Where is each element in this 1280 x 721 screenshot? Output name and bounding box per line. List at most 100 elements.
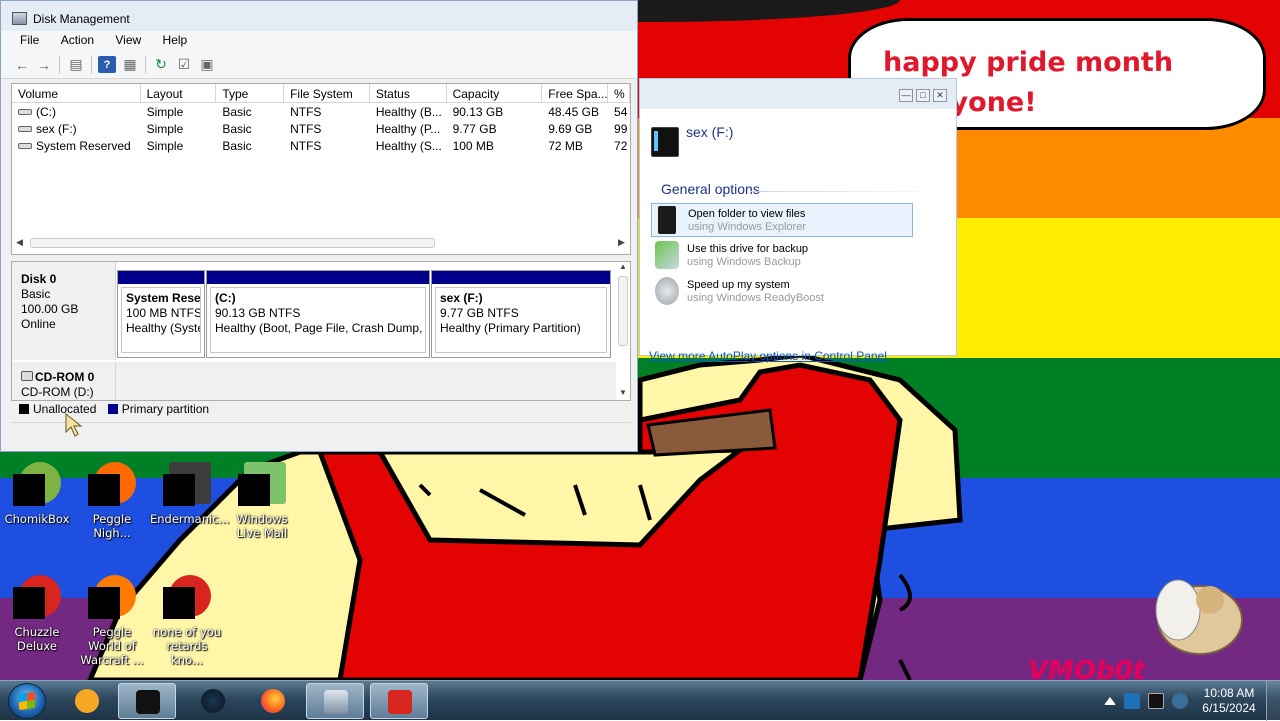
- column-percent-free[interactable]: %: [608, 84, 630, 102]
- table-row[interactable]: System Reserved Simple Basic NTFS Health…: [12, 137, 630, 154]
- status-cell: Healthy (S...: [375, 139, 442, 153]
- column-file-system[interactable]: File System: [284, 84, 370, 102]
- option-backup[interactable]: Use this drive for backup using Windows …: [651, 239, 913, 273]
- volume-icon[interactable]: [1172, 693, 1188, 709]
- menu-file[interactable]: File: [11, 31, 48, 47]
- column-free-space[interactable]: Free Spa...: [542, 84, 609, 102]
- desktop-icon-peggle-nights[interactable]: Peggle Nigh...: [75, 460, 149, 540]
- option-title: Open folder to view files: [688, 208, 806, 220]
- firefox-icon: [261, 689, 285, 713]
- volume-name-cell: System Reserved: [12, 137, 141, 154]
- show-desktop-button[interactable]: [1266, 681, 1280, 721]
- desktop-icon-chomikbox[interactable]: ChomikBox: [0, 460, 74, 526]
- help-icon[interactable]: ?: [98, 56, 116, 73]
- desktop-icon-none-of-you[interactable]: none of you retards kno...: [150, 573, 224, 667]
- type-cell: Basic: [222, 105, 252, 119]
- volume-list-header: Volume Layout Type File System Status Ca…: [12, 84, 630, 103]
- menu-bar: File Action View Help: [1, 31, 637, 51]
- taskbar-network[interactable]: [306, 683, 364, 719]
- vertical-scrollbar[interactable]: ▲ ▼: [616, 262, 630, 400]
- back-icon[interactable]: ←: [13, 56, 31, 73]
- console-tree-icon[interactable]: ▤: [67, 56, 85, 73]
- capacity-cell: 90.13 GB: [452, 105, 504, 119]
- network-tray-icon[interactable]: [1124, 693, 1140, 709]
- table-row[interactable]: sex (F:) Simple Basic NTFS Healthy (P...…: [12, 120, 630, 137]
- disk-management-icon: [136, 690, 160, 714]
- column-type[interactable]: Type: [216, 84, 285, 102]
- desktop-icon-windows-live-mail[interactable]: Windows Live Mail: [225, 460, 299, 540]
- column-layout[interactable]: Layout: [141, 84, 217, 102]
- close-button[interactable]: ✕: [933, 89, 947, 102]
- readyboost-icon: [655, 277, 679, 305]
- clock-date: 6/15/2024: [1202, 701, 1256, 715]
- export-icon[interactable]: ☑: [175, 56, 193, 73]
- partition-f[interactable]: sex (F:) 9.77 GB NTFS Healthy (Primary P…: [431, 270, 611, 358]
- network-icon: [324, 690, 348, 714]
- disk-management-window[interactable]: Disk Management File Action View Help ← …: [0, 0, 638, 452]
- primary-partition-bar: [207, 271, 429, 284]
- status-cell: Healthy (P...: [375, 122, 441, 136]
- menu-action[interactable]: Action: [52, 31, 103, 47]
- disk-name: Disk 0: [21, 272, 57, 286]
- disk-0-label[interactable]: Disk 0 Basic 100.00 GB Online: [12, 262, 116, 360]
- partition-status: Healthy (Primary Partition): [440, 321, 581, 335]
- scroll-down-icon[interactable]: ▼: [619, 388, 627, 397]
- cdrom-icon: [21, 371, 33, 381]
- chuzzle-icon: [13, 573, 61, 621]
- action-center-icon[interactable]: [1148, 693, 1164, 709]
- settings-icon[interactable]: ▣: [198, 56, 216, 73]
- window-titlebar[interactable]: Disk Management: [1, 1, 637, 31]
- option-open-folder[interactable]: Open folder to view files using Windows …: [651, 203, 913, 237]
- scrollbar-thumb[interactable]: [30, 238, 435, 248]
- taskbar-windows-explorer[interactable]: [184, 683, 242, 719]
- partition-status: Healthy (Boot, Page File, Crash Dump, F: [215, 321, 426, 335]
- partition-c[interactable]: (C:) 90.13 GB NTFS Healthy (Boot, Page F…: [206, 270, 430, 358]
- menu-help[interactable]: Help: [154, 31, 197, 47]
- desktop-icon-chuzzle-deluxe[interactable]: Chuzzle Deluxe: [0, 573, 74, 653]
- column-status[interactable]: Status: [370, 84, 447, 102]
- partition-system-reserved[interactable]: System Reser 100 MB NTFS Healthy (Syste: [117, 270, 205, 358]
- scroll-left-icon[interactable]: ◀: [16, 237, 23, 248]
- scroll-up-icon[interactable]: ▲: [619, 262, 627, 271]
- volume-name: (C:): [36, 105, 56, 119]
- percent-free-cell: 54: [614, 105, 628, 119]
- taskbar-media-player[interactable]: [58, 683, 116, 719]
- show-hidden-icons-icon[interactable]: [1104, 697, 1116, 705]
- maximize-button[interactable]: □: [916, 89, 930, 102]
- partition-name: (C:): [215, 291, 236, 305]
- taskbar-toolbox[interactable]: [370, 683, 428, 719]
- volume-list[interactable]: Volume Layout Type File System Status Ca…: [11, 83, 631, 255]
- toolbar-separator: [91, 56, 92, 74]
- window-titlebar[interactable]: — □ ✕: [640, 79, 956, 109]
- window-title: Disk Management: [33, 12, 130, 26]
- table-row[interactable]: (C:) Simple Basic NTFS Healthy (B... 90.…: [12, 103, 630, 120]
- minimize-button[interactable]: —: [899, 89, 913, 102]
- desktop-icon-label: ChomikBox: [4, 512, 70, 526]
- clock[interactable]: 10:08 AM 6/15/2024: [1196, 686, 1262, 716]
- type-cell: Basic: [222, 122, 252, 136]
- desktop-icon-endermanic[interactable]: Endermanic...: [150, 460, 229, 526]
- autoplay-control-panel-link[interactable]: View more AutoPlay options in Control Pa…: [649, 349, 887, 363]
- cdrom-row[interactable]: CD-ROM 0 CD-ROM (D:): [12, 362, 616, 400]
- drive-icon: [18, 109, 32, 115]
- taskbar-firefox[interactable]: [244, 683, 302, 719]
- refresh-icon[interactable]: ↻: [152, 56, 170, 73]
- start-button[interactable]: [8, 683, 46, 719]
- option-readyboost[interactable]: Speed up my system using Windows ReadyBo…: [651, 275, 913, 309]
- menu-view[interactable]: View: [106, 31, 150, 47]
- properties-icon[interactable]: ▦: [121, 56, 139, 73]
- horizontal-scrollbar[interactable]: ◀ ▶: [12, 236, 630, 250]
- legend: Unallocated Primary partition: [11, 402, 209, 418]
- scrollbar-thumb[interactable]: [618, 276, 628, 346]
- disk-graphical-view[interactable]: Disk 0 Basic 100.00 GB Online System Res…: [11, 261, 631, 401]
- column-capacity[interactable]: Capacity: [447, 84, 543, 102]
- column-volume[interactable]: Volume: [12, 84, 141, 102]
- forward-icon[interactable]: →: [35, 56, 53, 73]
- desktop-icon-peggle-wow[interactable]: Peggle World of Warcraft ...: [75, 573, 149, 667]
- scroll-right-icon[interactable]: ▶: [618, 237, 625, 248]
- watermark-text: VMOb0t: [1028, 656, 1146, 680]
- legend-swatch-unallocated: [19, 404, 29, 414]
- cdrom-0-label[interactable]: CD-ROM 0 CD-ROM (D:): [12, 362, 116, 400]
- autoplay-window[interactable]: — □ ✕ sex (F:) General options Open fold…: [639, 78, 957, 363]
- taskbar-disk-management[interactable]: [118, 683, 176, 719]
